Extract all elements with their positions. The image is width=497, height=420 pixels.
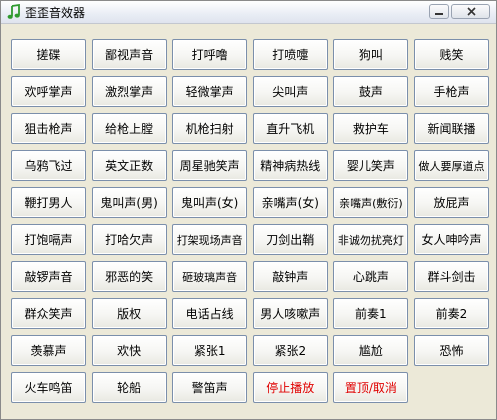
sound-button-intro-2[interactable]: 前奏2 xyxy=(413,298,489,329)
sound-button-siren[interactable]: 警笛声 xyxy=(172,372,248,403)
sound-button-scratch[interactable]: 搓碟 xyxy=(11,39,86,70)
sound-button-light-applause[interactable]: 轻微掌声 xyxy=(172,76,248,107)
sound-button-dog-bark[interactable]: 狗叫 xyxy=(333,39,409,70)
sound-button-snore[interactable]: 打呼噜 xyxy=(172,39,248,70)
sound-button-fart[interactable]: 放屁声 xyxy=(413,187,489,218)
sound-button-fight-scene[interactable]: 打架现场声音 xyxy=(172,224,248,255)
sound-button-dating-show-light[interactable]: 非诚勿扰亮灯 xyxy=(333,224,409,255)
sound-button-cheerful[interactable]: 欢快 xyxy=(91,335,167,366)
sound-button-sword-draw[interactable]: 刀剑出鞘 xyxy=(252,224,328,255)
sound-button-evil-laugh[interactable]: 邪恶的笑 xyxy=(91,261,167,292)
pin-on-top-toggle-button[interactable]: 置顶/取消 xyxy=(333,372,409,403)
sound-button-ghost-female[interactable]: 鬼叫声(女) xyxy=(172,187,248,218)
music-note-icon xyxy=(7,4,20,19)
window-title: 歪歪音效器 xyxy=(25,6,86,20)
sound-button-awkward[interactable]: 尴尬 xyxy=(333,335,409,366)
sound-button-baby-laugh[interactable]: 婴儿笑声 xyxy=(333,150,409,181)
sound-button-bell[interactable]: 敲钟声 xyxy=(252,261,328,292)
sound-button-tense-1[interactable]: 紧张1 xyxy=(172,335,248,366)
sound-button-cheer-applause[interactable]: 欢呼掌声 xyxy=(11,76,86,107)
sound-button-helicopter[interactable]: 直升飞机 xyxy=(252,113,328,144)
sound-button-kiss-female[interactable]: 亲嘴声(女) xyxy=(252,187,328,218)
sound-button-machine-gun[interactable]: 机枪扫射 xyxy=(172,113,248,144)
sound-button-sneeze[interactable]: 打喷嚏 xyxy=(252,39,328,70)
sound-button-sniper[interactable]: 狙击枪声 xyxy=(11,113,86,144)
sound-button-horror[interactable]: 恐怖 xyxy=(413,335,489,366)
sound-button-scream[interactable]: 尖叫声 xyxy=(252,76,328,107)
sound-button-yawn[interactable]: 打哈欠声 xyxy=(91,224,167,255)
title-bar[interactable]: 歪歪音效器 xyxy=(1,1,496,24)
sound-button-busy-tone[interactable]: 电话占线 xyxy=(172,298,248,329)
sound-button-contempt[interactable]: 鄙视声音 xyxy=(91,39,167,70)
sound-button-grid: 搓碟 鄙视声音 打呼噜 打喷嚏 狗叫 贱笑 欢呼掌声 激烈掌声 轻微掌声 尖叫声… xyxy=(11,39,489,403)
sound-button-woman-moan[interactable]: 女人呻吟声 xyxy=(413,224,489,255)
sound-button-intro-1[interactable]: 前奏1 xyxy=(333,298,409,329)
sound-button-pistol[interactable]: 手枪声 xyxy=(413,76,489,107)
sound-button-burp[interactable]: 打饱嗝声 xyxy=(11,224,86,255)
sound-button-group-sword-fight[interactable]: 群斗剑击 xyxy=(413,261,489,292)
sound-button-glass-smash[interactable]: 砸玻璃声音 xyxy=(172,261,248,292)
sound-button-ambulance[interactable]: 救护车 xyxy=(333,113,409,144)
close-button[interactable] xyxy=(451,4,490,19)
sound-button-copyright[interactable]: 版权 xyxy=(91,298,167,329)
sound-button-be-decent[interactable]: 做人要厚道点 xyxy=(413,150,489,181)
minimize-button[interactable] xyxy=(429,4,449,19)
sound-button-news-broadcast[interactable]: 新闻联播 xyxy=(413,113,489,144)
minimize-icon xyxy=(435,13,443,15)
stop-playback-button[interactable]: 停止播放 xyxy=(252,372,328,403)
sound-button-ship[interactable]: 轮船 xyxy=(91,372,167,403)
sound-button-crow[interactable]: 乌鸦飞过 xyxy=(11,150,86,181)
sound-button-kiss-perfunctory[interactable]: 亲嘴声(敷衍) xyxy=(333,187,409,218)
sound-effects-window: 歪歪音效器 搓碟 鄙视声音 打呼噜 打喷嚏 狗叫 贱笑 欢呼掌声 激烈掌声 轻微… xyxy=(0,0,497,420)
sound-button-drum[interactable]: 鼓声 xyxy=(333,76,409,107)
close-icon xyxy=(467,7,476,16)
sound-button-heartbeat[interactable]: 心跳声 xyxy=(333,261,409,292)
sound-button-gong[interactable]: 敲锣声音 xyxy=(11,261,86,292)
sound-button-reload[interactable]: 给枪上膛 xyxy=(91,113,167,144)
sound-button-stephen-chow-laugh[interactable]: 周星驰笑声 xyxy=(172,150,248,181)
sound-button-english-count[interactable]: 英文正数 xyxy=(91,150,167,181)
sound-button-ghost-male[interactable]: 鬼叫声(男) xyxy=(91,187,167,218)
sound-button-envy[interactable]: 羡慕声 xyxy=(11,335,86,366)
sound-button-crowd-laugh[interactable]: 群众笑声 xyxy=(11,298,86,329)
sound-button-man-cough[interactable]: 男人咳嗽声 xyxy=(252,298,328,329)
sound-button-intense-applause[interactable]: 激烈掌声 xyxy=(91,76,167,107)
sound-button-sly-laugh[interactable]: 贱笑 xyxy=(413,39,489,70)
sound-button-whip-man[interactable]: 鞭打男人 xyxy=(11,187,86,218)
sound-button-psych-hotline[interactable]: 精神病热线 xyxy=(252,150,328,181)
sound-button-train-whistle[interactable]: 火车鸣笛 xyxy=(11,372,86,403)
sound-button-tense-2[interactable]: 紧张2 xyxy=(252,335,328,366)
